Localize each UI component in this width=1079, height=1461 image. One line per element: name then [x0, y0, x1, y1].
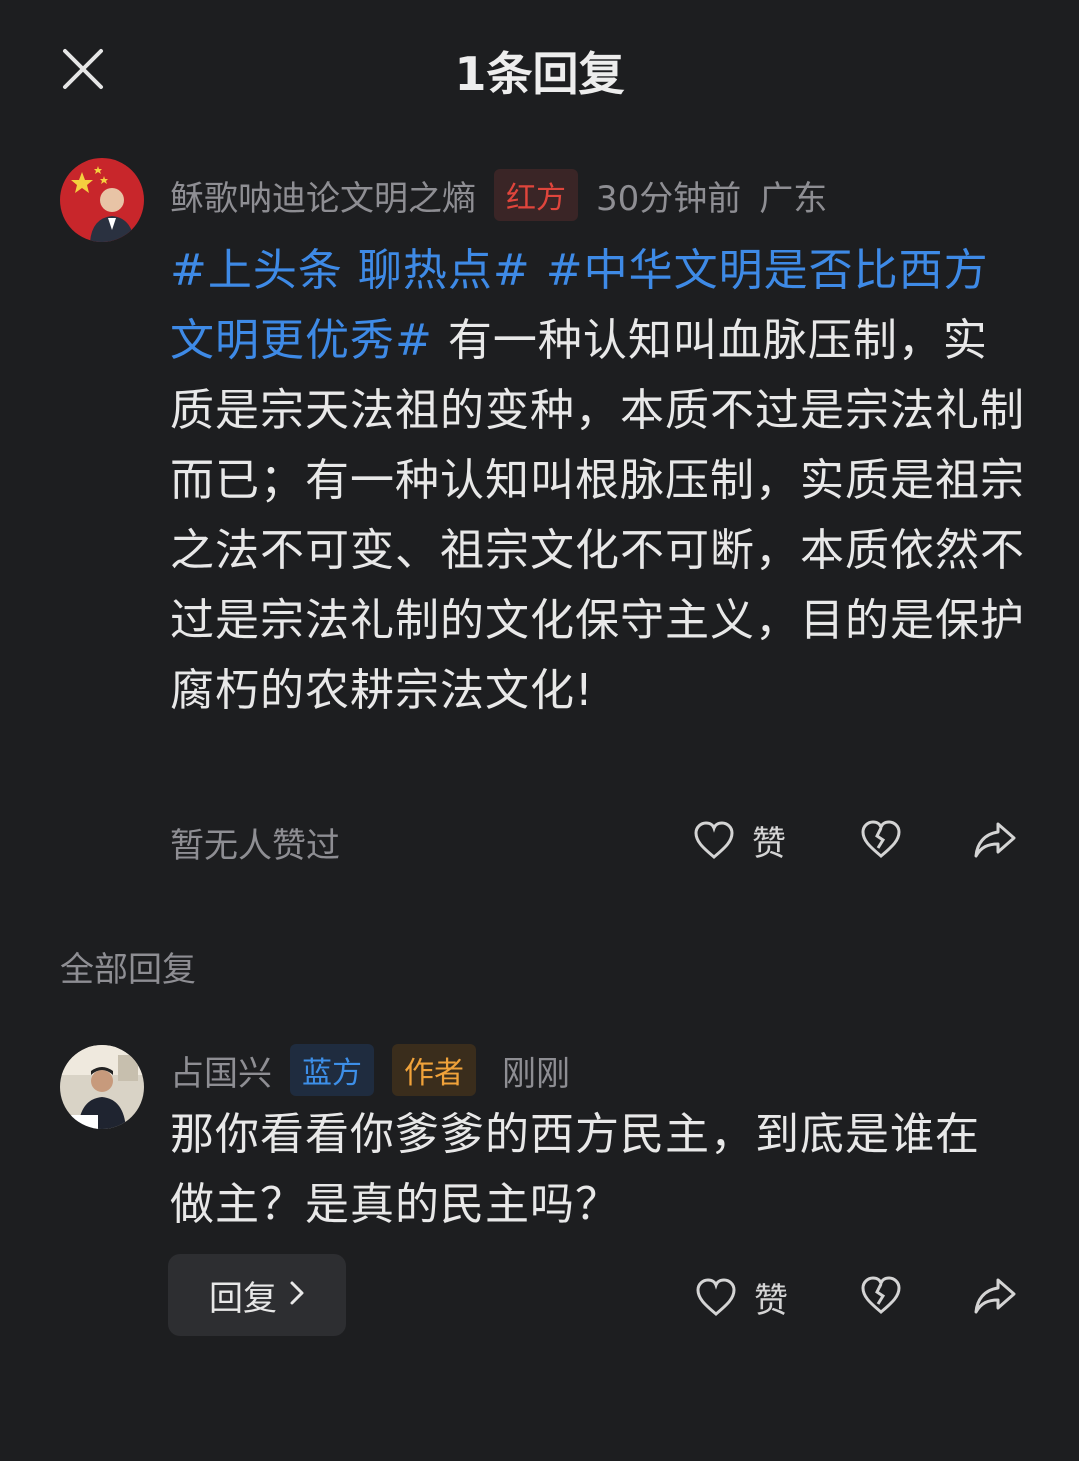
avatar[interactable] — [60, 158, 144, 242]
share-button[interactable] — [972, 1274, 1018, 1318]
timestamp: 30分钟前 — [596, 178, 742, 219]
username[interactable]: 稣歌呐迪论文明之熵 — [170, 171, 476, 220]
likes-status: 暂无人赞过 — [170, 826, 340, 866]
dislike-button[interactable] — [859, 1274, 903, 1318]
avatar[interactable] — [60, 1045, 144, 1129]
author-badge: 作者 — [392, 1044, 476, 1096]
comment-meta: 稣歌呐迪论文明之熵 红方 30分钟前 广东 — [170, 169, 828, 221]
timestamp: 刚刚 — [502, 1053, 570, 1094]
reply-button[interactable]: 回复 — [168, 1254, 346, 1336]
like-button[interactable]: 赞 — [692, 816, 786, 865]
section-all-replies: 全部回复 — [60, 950, 196, 990]
side-badge: 红方 — [494, 169, 578, 221]
page-title: 1条回复 — [454, 47, 625, 101]
chevron-right-icon — [289, 1275, 305, 1315]
side-badge: 蓝方 — [290, 1044, 374, 1096]
like-label: 赞 — [752, 824, 786, 864]
comment-body: 有一种认知叫血脉压制，实质是宗天法祖的变种，本质不过是宗法礼制而已；有一种认知叫… — [170, 315, 1025, 716]
reply-button-label: 回复 — [209, 1278, 277, 1319]
username[interactable]: 占国兴 — [170, 1046, 272, 1095]
header: 1条回复 — [0, 0, 1079, 140]
heart-icon — [692, 819, 736, 863]
like-button[interactable]: 赞 — [694, 1273, 788, 1322]
hashtag-link[interactable]: #上头条 聊热点# — [170, 245, 531, 296]
reply-meta: 占国兴 蓝方 作者 刚刚 — [170, 1044, 570, 1096]
share-icon — [972, 818, 1018, 862]
dislike-button[interactable] — [859, 818, 903, 862]
broken-heart-icon — [859, 1274, 903, 1318]
share-icon — [972, 1274, 1018, 1318]
comment-text: #上头条 聊热点# #中华文明是否比西方文明更优秀# 有一种认知叫血脉压制，实质… — [170, 236, 1030, 726]
like-label: 赞 — [754, 1281, 788, 1321]
reply-text: 那你看看你爹爹的西方民主，到底是谁在做主？是真的民主吗？ — [170, 1109, 980, 1230]
location: 广东 — [759, 178, 828, 219]
share-button[interactable] — [972, 818, 1018, 862]
heart-icon — [694, 1276, 738, 1320]
broken-heart-icon — [859, 818, 903, 862]
